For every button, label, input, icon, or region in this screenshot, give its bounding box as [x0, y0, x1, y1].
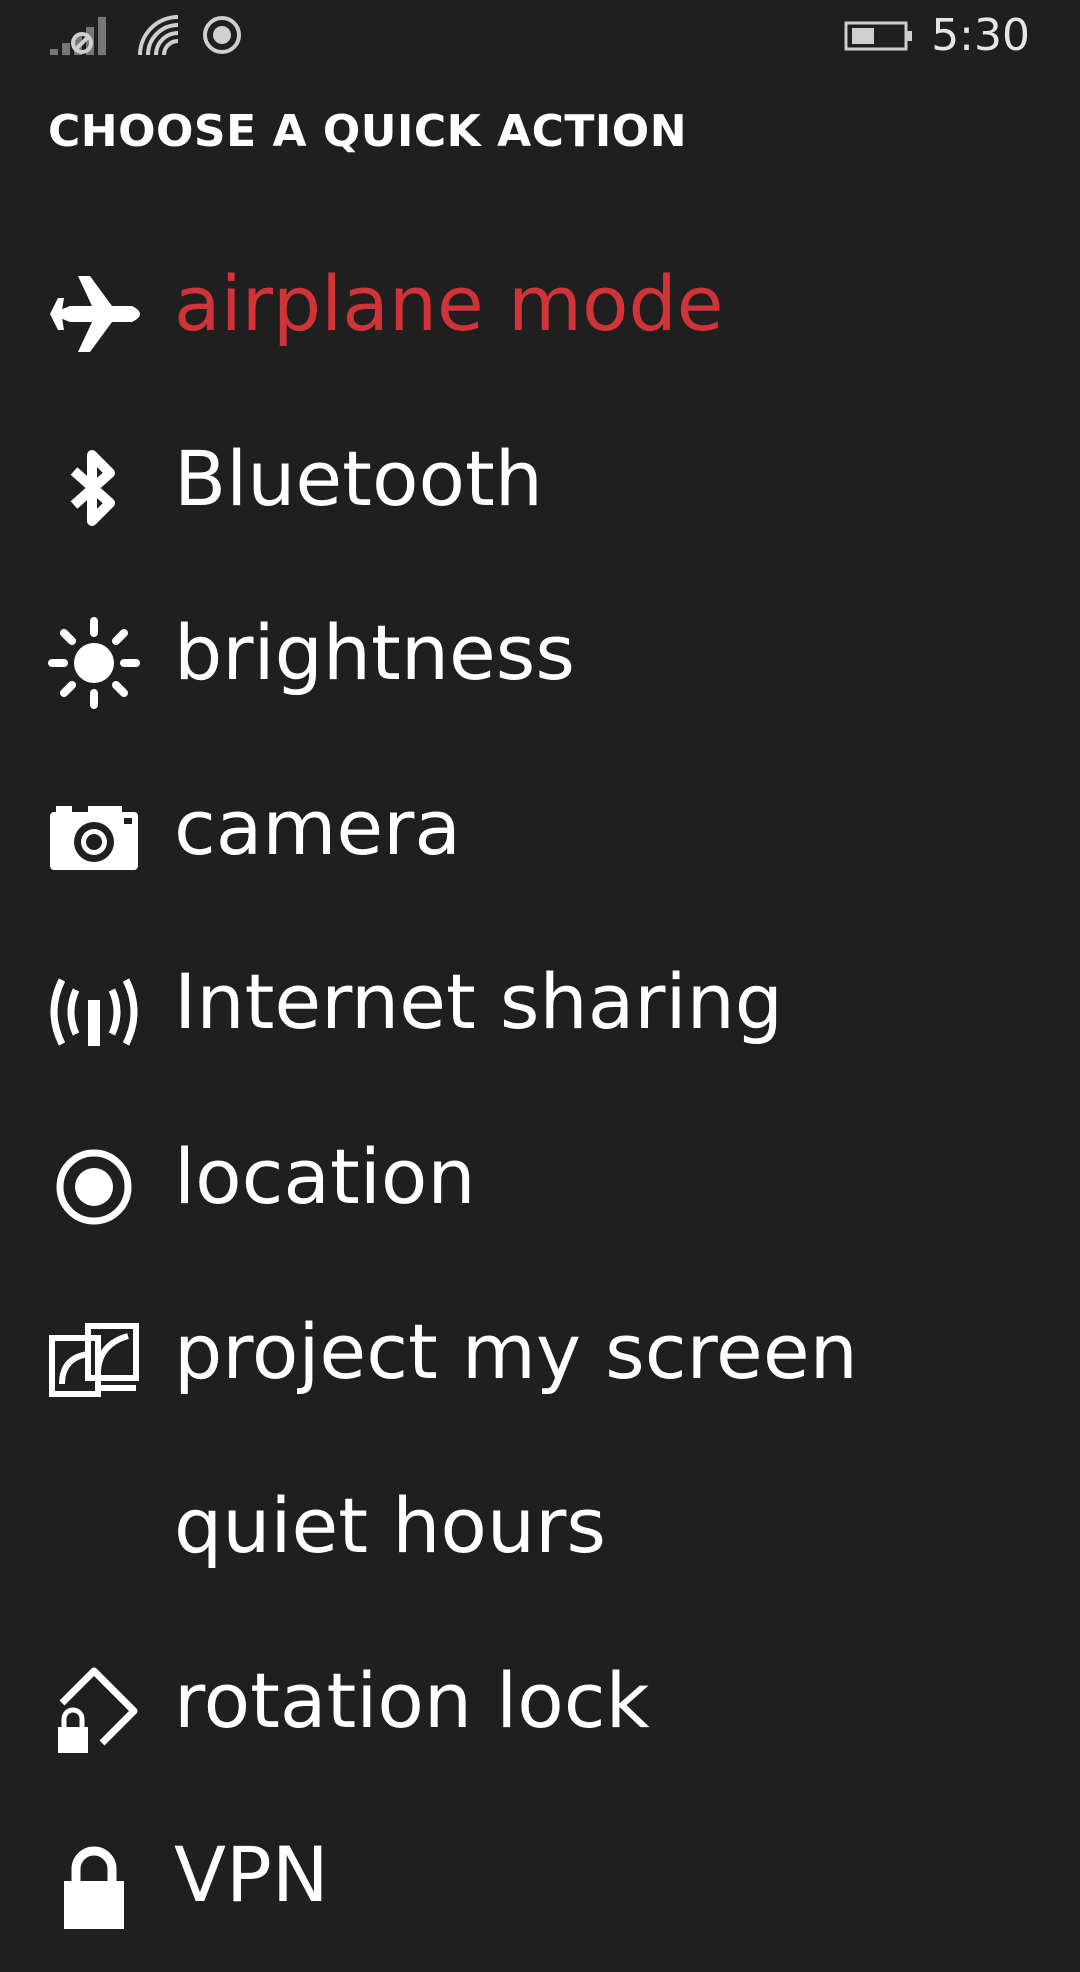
action-label: camera — [174, 782, 461, 872]
internet-sharing-icon — [48, 966, 140, 1058]
quick-action-vpn[interactable]: VPN — [0, 1797, 1080, 1972]
action-label: rotation lock — [174, 1655, 650, 1745]
moon-icon — [48, 1490, 140, 1582]
action-label: project my screen — [174, 1306, 858, 1396]
quick-action-list: airplane mode Bluetooth brightness camer… — [0, 226, 1080, 1972]
quick-action-airplane-mode[interactable]: airplane mode — [0, 226, 1080, 401]
quick-action-brightness[interactable]: brightness — [0, 575, 1080, 750]
lock-icon — [48, 1839, 140, 1931]
airplane-icon — [48, 268, 140, 360]
brightness-icon — [48, 617, 140, 710]
quick-action-camera[interactable]: camera — [0, 750, 1080, 925]
battery-icon — [844, 21, 912, 51]
project-screen-icon — [48, 1316, 140, 1408]
action-label: brightness — [174, 608, 575, 698]
quick-action-rotation-lock[interactable]: rotation lock — [0, 1623, 1080, 1798]
bluetooth-icon — [48, 443, 140, 535]
status-bar: 5:30 — [0, 0, 1080, 70]
clock: 5:30 — [931, 10, 1030, 61]
signal-off-icon — [50, 17, 106, 55]
location-status-icon — [203, 16, 241, 54]
action-label: Bluetooth — [174, 433, 543, 523]
action-label: airplane mode — [174, 259, 724, 348]
action-label: location — [174, 1131, 476, 1221]
wifi-icon — [138, 15, 179, 56]
action-label: quiet hours — [174, 1481, 606, 1571]
page-title: CHOOSE A QUICK ACTION — [48, 106, 688, 157]
quick-action-location[interactable]: location — [0, 1099, 1080, 1274]
rotation-lock-icon — [48, 1665, 140, 1757]
quick-action-internet-sharing[interactable]: Internet sharing — [0, 924, 1080, 1099]
action-label: Internet sharing — [174, 957, 784, 1047]
quick-action-bluetooth[interactable]: Bluetooth — [0, 401, 1080, 576]
action-label: VPN — [174, 1830, 329, 1920]
quick-action-quiet-hours[interactable]: quiet hours — [0, 1448, 1080, 1623]
quick-action-project-my-screen[interactable]: project my screen — [0, 1274, 1080, 1449]
camera-icon — [48, 792, 140, 884]
location-icon — [48, 1141, 140, 1233]
